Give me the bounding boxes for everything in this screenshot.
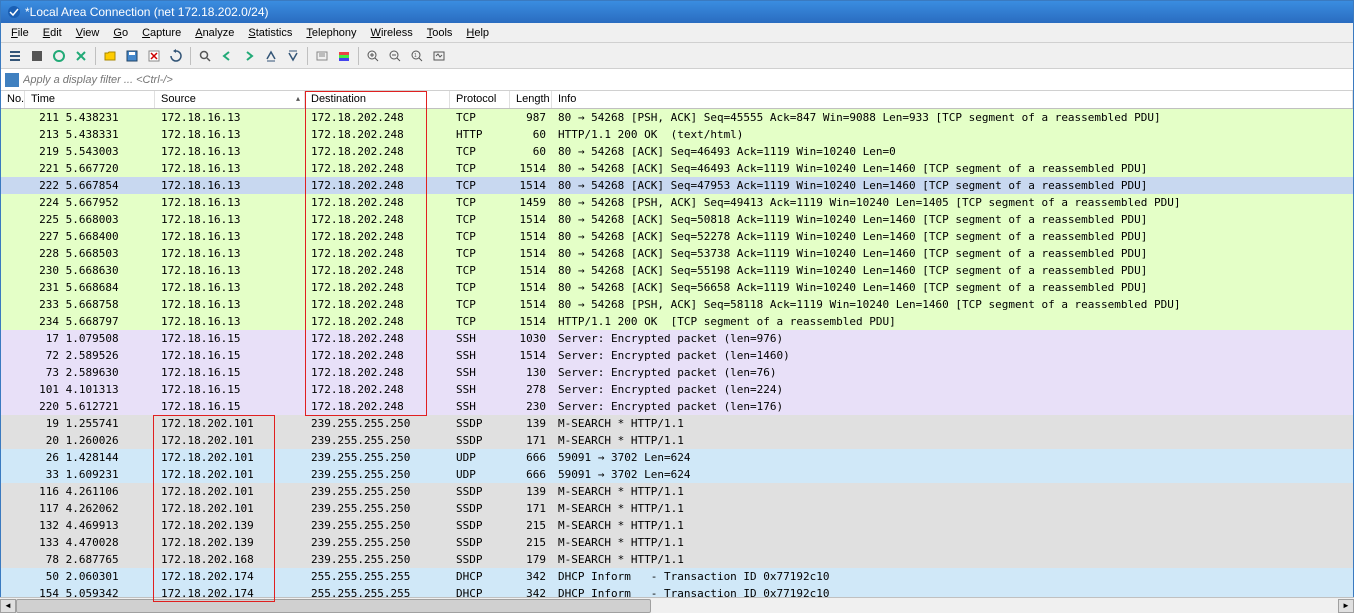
col-time[interactable]: Time: [25, 91, 155, 108]
packet-row[interactable]: .225 5.668003172.18.16.13172.18.202.248T…: [1, 211, 1353, 228]
packet-row[interactable]: .213 5.438331172.18.16.13172.18.202.248H…: [1, 126, 1353, 143]
menu-telephony[interactable]: Telephony: [300, 25, 362, 40]
packet-row[interactable]: .33 1.609231172.18.202.101239.255.255.25…: [1, 466, 1353, 483]
tb-open-icon[interactable]: [100, 46, 120, 66]
display-filter-input[interactable]: [23, 74, 1349, 86]
tb-zoom-fit-icon[interactable]: 1: [407, 46, 427, 66]
col-protocol[interactable]: Protocol: [450, 91, 510, 108]
tb-fwd-icon[interactable]: [239, 46, 259, 66]
tb-colorize-icon[interactable]: [334, 46, 354, 66]
menu-go[interactable]: Go: [107, 25, 134, 40]
filter-bar: [1, 69, 1353, 91]
svg-text:1: 1: [414, 53, 417, 59]
col-info[interactable]: Info: [552, 91, 1353, 108]
packet-row[interactable]: .233 5.668758172.18.16.13172.18.202.248T…: [1, 296, 1353, 313]
menu-capture[interactable]: Capture: [136, 25, 187, 40]
tb-list-icon[interactable]: [5, 46, 25, 66]
packet-row[interactable]: .231 5.668684172.18.16.13172.18.202.248T…: [1, 279, 1353, 296]
tb-zoom-in-icon[interactable]: [363, 46, 383, 66]
packet-row[interactable]: .230 5.668630172.18.16.13172.18.202.248T…: [1, 262, 1353, 279]
menu-edit[interactable]: Edit: [37, 25, 68, 40]
packet-row[interactable]: .222 5.667854172.18.16.13172.18.202.248T…: [1, 177, 1353, 194]
horizontal-scrollbar[interactable]: ◄ ►: [0, 597, 1354, 613]
menu-tools[interactable]: Tools: [421, 25, 459, 40]
col-no[interactable]: No.: [1, 91, 25, 108]
packet-row[interactable]: .211 5.438231172.18.16.13172.18.202.248T…: [1, 109, 1353, 126]
packet-row[interactable]: .50 2.060301172.18.202.174255.255.255.25…: [1, 568, 1353, 585]
filter-bookmark-icon[interactable]: [5, 73, 19, 87]
tb-reload-icon[interactable]: [166, 46, 186, 66]
packet-row[interactable]: .72 2.589526172.18.16.15172.18.202.248SS…: [1, 347, 1353, 364]
menu-bar: FileEditViewGoCaptureAnalyzeStatisticsTe…: [1, 23, 1353, 43]
packet-row[interactable]: .220 5.612721172.18.16.15172.18.202.248S…: [1, 398, 1353, 415]
packet-row[interactable]: .78 2.687765172.18.202.168239.255.255.25…: [1, 551, 1353, 568]
col-source[interactable]: Source▴: [155, 91, 305, 108]
packet-row[interactable]: .228 5.668503172.18.16.13172.18.202.248T…: [1, 245, 1353, 262]
packet-row[interactable]: .133 4.470028172.18.202.139239.255.255.2…: [1, 534, 1353, 551]
col-destination[interactable]: Destination: [305, 91, 450, 108]
sort-indicator-icon: ▴: [296, 94, 300, 103]
packet-row[interactable]: .221 5.667720172.18.16.13172.18.202.248T…: [1, 160, 1353, 177]
packet-row[interactable]: .101 4.101313172.18.16.15172.18.202.248S…: [1, 381, 1353, 398]
packet-row[interactable]: .227 5.668400172.18.16.13172.18.202.248T…: [1, 228, 1353, 245]
packet-row[interactable]: .116 4.261106172.18.202.101239.255.255.2…: [1, 483, 1353, 500]
tb-close-icon[interactable]: [144, 46, 164, 66]
column-headers: No. Time Source▴ Destination Protocol Le…: [1, 91, 1353, 109]
menu-statistics[interactable]: Statistics: [242, 25, 298, 40]
app-icon: [7, 5, 21, 19]
tb-stop-icon[interactable]: [27, 46, 47, 66]
scroll-right-icon[interactable]: ►: [1338, 599, 1354, 613]
col-length[interactable]: Length: [510, 91, 552, 108]
packet-row[interactable]: .234 5.668797172.18.16.13172.18.202.248T…: [1, 313, 1353, 330]
title-bar: *Local Area Connection (net 172.18.202.0…: [1, 1, 1353, 23]
packet-list[interactable]: .211 5.438231172.18.16.13172.18.202.248T…: [1, 109, 1353, 602]
packet-row[interactable]: .117 4.262062172.18.202.101239.255.255.2…: [1, 500, 1353, 517]
tb-save-icon[interactable]: [122, 46, 142, 66]
tb-jumpend-icon[interactable]: [283, 46, 303, 66]
tb-restart-icon[interactable]: [71, 46, 91, 66]
packet-row[interactable]: .224 5.667952172.18.16.13172.18.202.248T…: [1, 194, 1353, 211]
tb-autoscroll-icon[interactable]: [312, 46, 332, 66]
scroll-thumb[interactable]: [16, 599, 651, 613]
packet-row[interactable]: .20 1.260026172.18.202.101239.255.255.25…: [1, 432, 1353, 449]
tb-zoom-reset-icon[interactable]: [429, 46, 449, 66]
menu-analyze[interactable]: Analyze: [189, 25, 240, 40]
tb-jump-icon[interactable]: [261, 46, 281, 66]
packet-row[interactable]: .19 1.255741172.18.202.101239.255.255.25…: [1, 415, 1353, 432]
toolbar: 1: [1, 43, 1353, 69]
tb-back-icon[interactable]: [217, 46, 237, 66]
packet-row[interactable]: .17 1.079508172.18.16.15172.18.202.248SS…: [1, 330, 1353, 347]
packet-row[interactable]: .132 4.469913172.18.202.139239.255.255.2…: [1, 517, 1353, 534]
packet-row[interactable]: .26 1.428144172.18.202.101239.255.255.25…: [1, 449, 1353, 466]
tb-find-icon[interactable]: [195, 46, 215, 66]
menu-wireless[interactable]: Wireless: [365, 25, 419, 40]
menu-help[interactable]: Help: [460, 25, 495, 40]
menu-view[interactable]: View: [70, 25, 106, 40]
packet-row[interactable]: .219 5.543003172.18.16.13172.18.202.248T…: [1, 143, 1353, 160]
menu-file[interactable]: File: [5, 25, 35, 40]
tb-zoom-out-icon[interactable]: [385, 46, 405, 66]
tb-start-icon[interactable]: [49, 46, 69, 66]
scroll-left-icon[interactable]: ◄: [0, 599, 16, 613]
packet-row[interactable]: .73 2.589630172.18.16.15172.18.202.248SS…: [1, 364, 1353, 381]
window-title: *Local Area Connection (net 172.18.202.0…: [25, 5, 269, 19]
